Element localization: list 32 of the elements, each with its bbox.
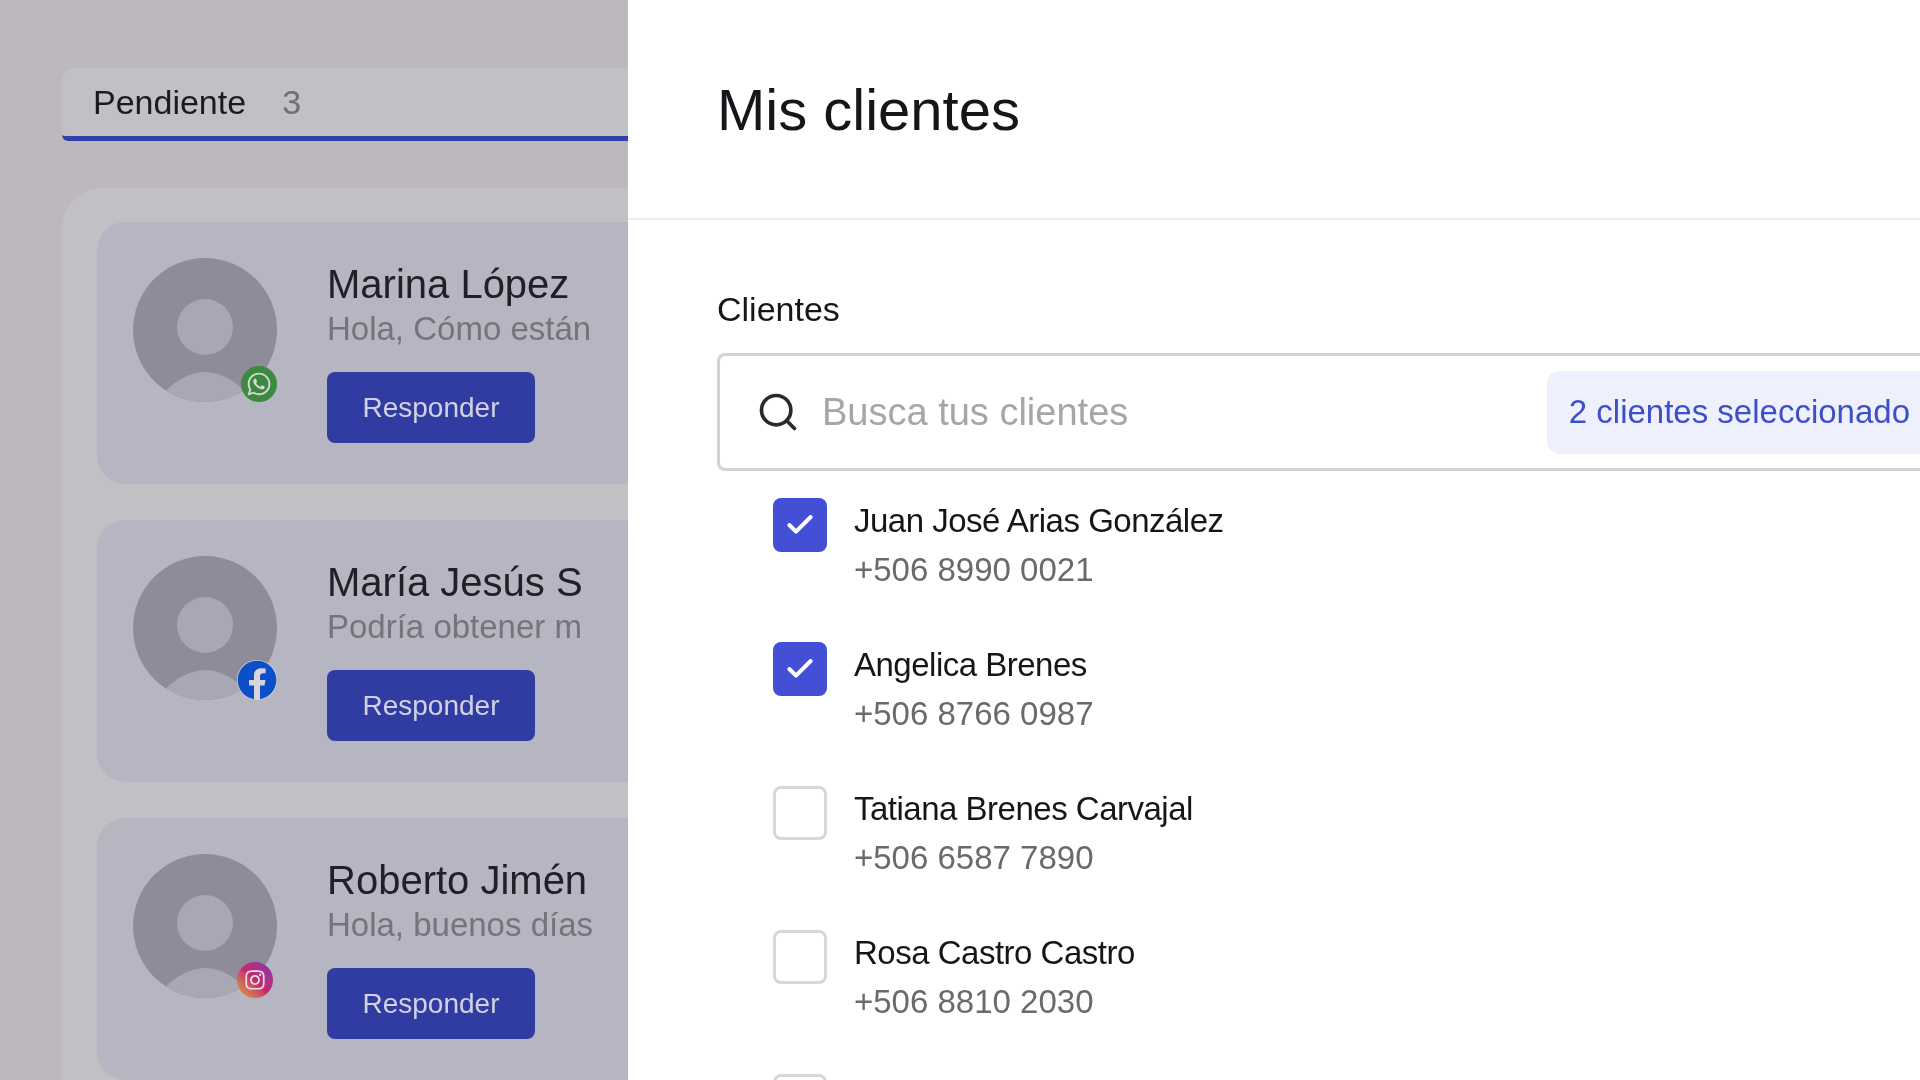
camera-icon bbox=[237, 962, 273, 998]
contact-name: María Jesús S bbox=[327, 559, 583, 606]
letter-f-icon bbox=[237, 660, 277, 700]
panel-title: Mis clientes bbox=[717, 75, 1020, 144]
reply-button[interactable]: Responder bbox=[327, 670, 535, 741]
checkbox[interactable] bbox=[773, 786, 827, 840]
search-input[interactable]: Busca tus clientes bbox=[822, 383, 1547, 441]
reply-button[interactable]: Responder bbox=[327, 968, 535, 1039]
client-phone: +506 8990 0021 bbox=[854, 550, 1095, 590]
client-name: Juan José Arias González bbox=[854, 501, 1224, 541]
reply-button[interactable]: Responder bbox=[327, 372, 535, 443]
contact-name: Marina López bbox=[327, 261, 571, 308]
section-label: Clientes bbox=[717, 289, 841, 330]
client-name: Angelica Brenes bbox=[854, 645, 1088, 685]
message-preview: Hola, Cómo están bbox=[327, 309, 592, 349]
client-name: Rosa Castro Castro bbox=[854, 933, 1135, 973]
message-preview: Hola, buenos días bbox=[327, 905, 593, 945]
pending-tab[interactable]: Pendiente 3 bbox=[62, 68, 628, 141]
contact-name: Roberto Jimén bbox=[327, 857, 589, 904]
checkbox[interactable] bbox=[773, 930, 827, 984]
checkbox[interactable] bbox=[773, 642, 827, 696]
checkbox[interactable] bbox=[773, 498, 827, 552]
search-field[interactable]: Busca tus clientes 2 clientes seleccionado bbox=[717, 353, 1920, 471]
client-name: Tatiana Brenes Carvajal bbox=[854, 789, 1193, 829]
selection-count-badge: 2 clientes seleccionado bbox=[1546, 370, 1920, 454]
phone-bubble-icon bbox=[241, 366, 277, 402]
client-phone: +506 6587 7890 bbox=[854, 838, 1095, 878]
message-preview: Podría obtener m bbox=[327, 607, 583, 647]
tab-label: Pendiente bbox=[93, 81, 247, 123]
client-phone: +506 8810 2030 bbox=[854, 982, 1095, 1022]
client-phone: +506 8766 0987 bbox=[854, 694, 1094, 734]
tab-count: 3 bbox=[282, 81, 302, 123]
